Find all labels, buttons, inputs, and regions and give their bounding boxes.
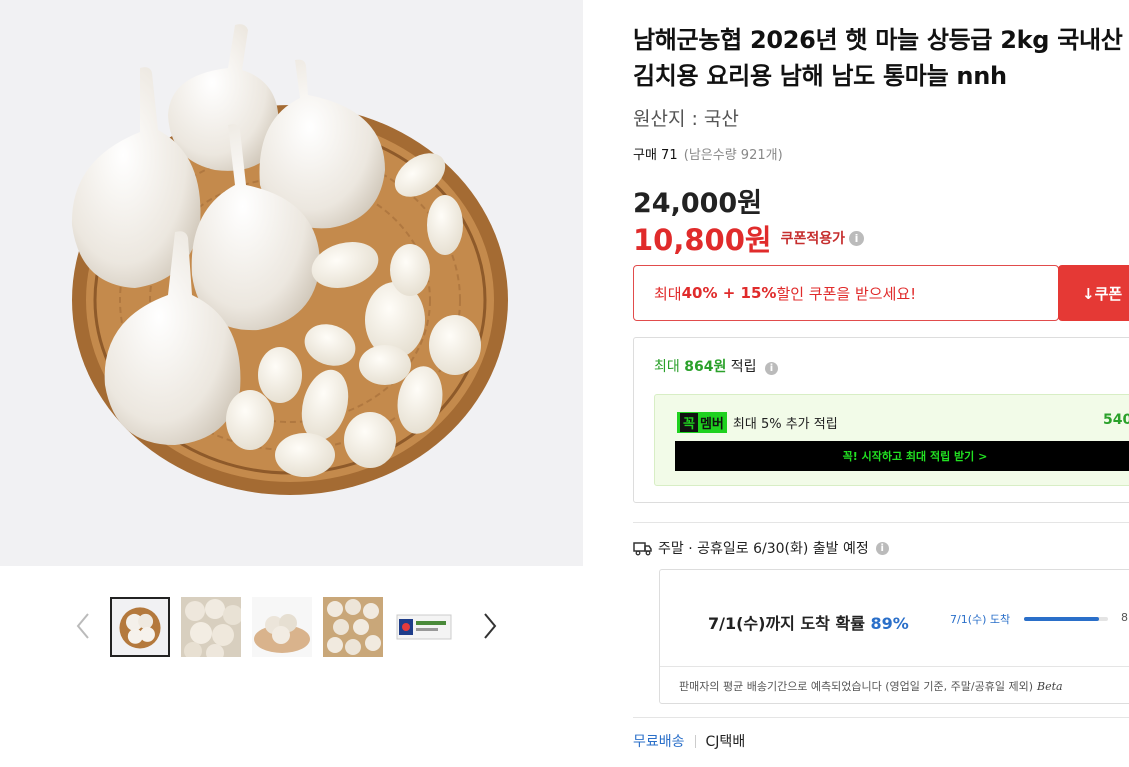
arrival-bar-label: 7/1(수) 도착 [950, 613, 1011, 626]
free-shipping-label: 무료배송 [633, 734, 685, 750]
arrival-probability-fill [1024, 617, 1099, 621]
points-prefix: 최대 [654, 359, 685, 375]
member-logo-mark: 꼭 [680, 413, 698, 432]
carrier-label: CJ택배 [705, 734, 746, 750]
product-title: 남해군농협 2026년 햇 마늘 상등급 2kg 국내산 김치용 요리용 남해 … [633, 26, 1123, 90]
coupon-banner[interactable]: 최대 40% + 15% 할인 쿠폰을 받으세요! [633, 265, 1059, 321]
chevron-right-icon[interactable] [474, 608, 504, 644]
thumbnail-1[interactable] [110, 597, 170, 657]
arrival-note: 판매자의 평균 배송기간으로 예측되었습니다 (영업일 기준, 주말/공휴일 제… [679, 678, 1063, 694]
max-points: 최대 864원 적립 i [654, 356, 778, 376]
info-icon[interactable]: i [765, 362, 778, 375]
points-box: 최대 864원 적립 i 꼭 멤버 최대 5% 추가 적립 540 꼭! 시작하고… [633, 337, 1129, 503]
original-price: 24,000원 [633, 188, 763, 219]
delivery-info: 무료배송 CJ택배 [633, 731, 745, 751]
info-icon[interactable]: i [849, 230, 864, 246]
info-icon[interactable]: i [875, 541, 889, 555]
member-start-button[interactable]: 꼭! 시작하고 최대 적립 받기 > [675, 441, 1129, 471]
member-logo-text: 멤버 [699, 417, 724, 432]
member-benefit-box: 꼭 멤버 최대 5% 추가 적립 540 꼭! 시작하고 최대 적립 받기 > [654, 394, 1129, 486]
arrival-note-text: 판매자의 평균 배송기간으로 예측되었습니다 (영업일 기준, 주말/공휴일 제… [679, 680, 1033, 693]
coupon-applied-label: 쿠폰적용가 [780, 231, 845, 247]
points-suffix: 적립 [726, 359, 757, 375]
shipping-schedule: 주말 · 공휴일로 6/30(화) 출발 예정 i [633, 538, 889, 558]
coupon-text-prefix: 최대 [654, 284, 682, 303]
arrival-percent: 89% [870, 614, 909, 633]
sale-price: 10,800원 [633, 223, 772, 257]
coupon-download-button[interactable]: ↓쿠폰 [1058, 265, 1129, 321]
product-main-image [0, 0, 583, 566]
separator [694, 734, 696, 748]
chevron-left-icon[interactable] [69, 608, 99, 644]
product-origin: 원산지 : 국산 [633, 108, 739, 130]
arrival-prefix: 7/1(수)까지 도착 확률 [708, 614, 871, 633]
thumbnail-3[interactable] [252, 597, 312, 657]
arrival-bar-percent: 8 [1121, 611, 1128, 624]
divider [633, 522, 1129, 523]
arrival-probability-bar [1024, 617, 1108, 621]
arrival-probability-box: 7/1(수)까지 도착 확률 89% 7/1(수) 도착 8 판매자의 평균 배… [659, 569, 1129, 704]
member-row: 꼭 멤버 최대 5% 추가 적립 [677, 412, 838, 433]
remaining-quantity: (남은수량 921개) [683, 148, 783, 163]
beta-label: Beta [1036, 680, 1063, 693]
coupon-discount: 40% + 15% [681, 284, 777, 302]
truck-icon [633, 542, 652, 556]
thumbnail-2[interactable] [181, 597, 241, 657]
thumbnail-strip [0, 566, 583, 686]
divider [633, 717, 1129, 718]
shipping-schedule-text: 주말 · 공휴일로 6/30(화) 출발 예정 [658, 541, 869, 557]
coupon-text-suffix: 할인 쿠폰을 받으세요! [776, 284, 917, 303]
divider [660, 666, 1129, 667]
points-amount: 864원 [684, 359, 727, 375]
purchase-count: 구매 71 (남은수량 921개) [633, 144, 783, 163]
member-extra-amount: 540 [1103, 412, 1129, 428]
thumbnail-4[interactable] [323, 597, 383, 657]
member-logo: 꼭 멤버 [677, 412, 727, 433]
member-benefit-text: 최대 5% 추가 적립 [732, 417, 838, 432]
purchase-count-label: 구매 71 [633, 148, 678, 163]
arrival-probability: 7/1(수)까지 도착 확률 89% [708, 610, 909, 634]
thumbnail-5[interactable] [394, 597, 454, 657]
sale-price-row: 10,800원 쿠폰적용가 i [633, 217, 864, 259]
